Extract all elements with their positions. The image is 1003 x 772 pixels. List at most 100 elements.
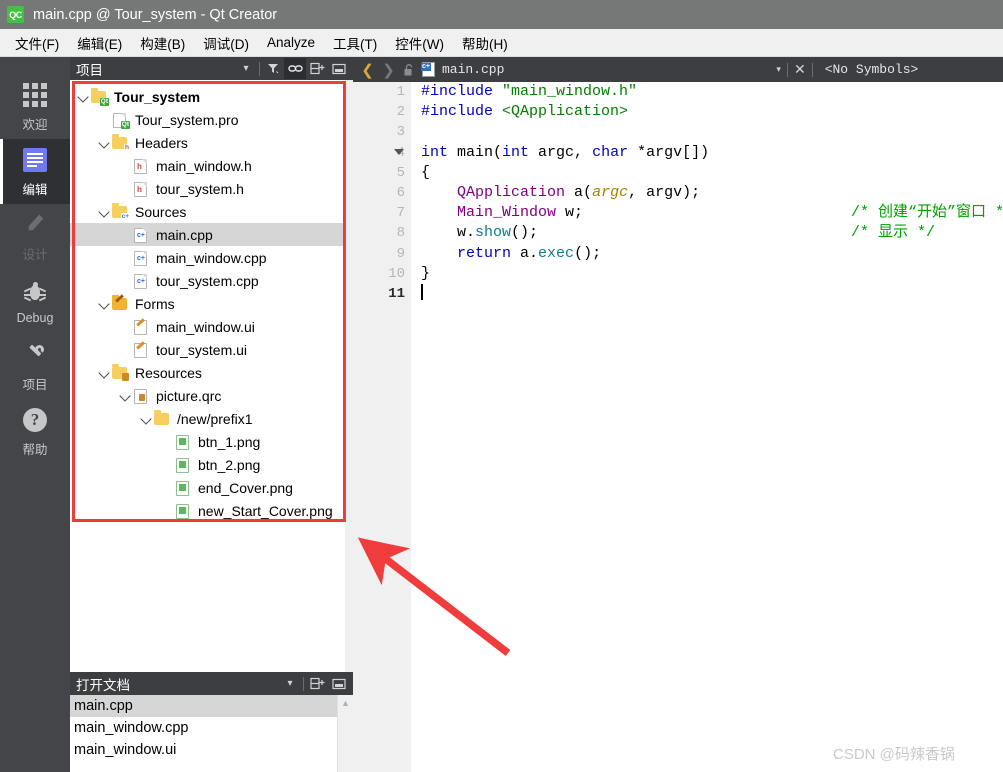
minimize-icon[interactable] xyxy=(328,673,350,694)
project-tree-scrollbar[interactable] xyxy=(345,80,353,672)
tree-item-tour-system-cpp[interactable]: c+ tour_system.cpp xyxy=(70,269,353,292)
mode-projects[interactable]: 项目 xyxy=(0,334,70,399)
editor-file-chip[interactable]: c+ main.cpp xyxy=(421,61,504,78)
menu-widgets[interactable]: 控件(W) xyxy=(386,30,453,56)
mode-debug[interactable]: Debug xyxy=(0,269,70,334)
filter-funnel-icon[interactable] xyxy=(262,58,284,79)
open-document-main-window-ui[interactable]: main_window.ui xyxy=(70,739,353,761)
menu-tools[interactable]: 工具(T) xyxy=(324,30,386,56)
line-number: 2 xyxy=(396,104,405,121)
chevron-right-icon[interactable]: ❯ xyxy=(378,59,399,80)
tree-item-new-prefix1[interactable]: /new/prefix1 xyxy=(70,407,353,430)
tree-item-tour-system[interactable]: Qt Tour_system xyxy=(70,85,353,108)
fold-collapse-icon[interactable] xyxy=(394,149,404,155)
split-add-icon[interactable] xyxy=(306,58,328,79)
cpp-file-icon: c+ xyxy=(421,61,437,78)
qt-creator-logo-icon: QC xyxy=(7,6,24,23)
mode-design-label: 设计 xyxy=(22,247,48,262)
chevron-down-icon[interactable] xyxy=(97,204,112,219)
tree-item-headers[interactable]: h Headers xyxy=(70,131,353,154)
mode-welcome-label: 欢迎 xyxy=(22,117,48,132)
tree-item-label: main.cpp xyxy=(156,226,213,243)
mode-help-label: 帮助 xyxy=(22,442,48,457)
close-icon[interactable]: ✕ xyxy=(794,61,806,78)
chevron-left-icon[interactable]: ❮ xyxy=(357,59,378,80)
question-mark-icon: ? xyxy=(21,406,49,434)
menu-file[interactable]: 文件(F) xyxy=(6,30,68,56)
tree-item-label: Forms xyxy=(135,295,175,312)
mode-help[interactable]: ? 帮助 xyxy=(0,399,70,464)
open-documents-scrollbar[interactable]: ▲ xyxy=(337,695,353,772)
unlock-icon[interactable] xyxy=(399,59,419,80)
menu-debug[interactable]: 调试(D) xyxy=(194,30,258,56)
toolbar-separator xyxy=(303,676,304,691)
mode-welcome[interactable]: 欢迎 xyxy=(0,74,70,139)
tree-item-label: end_Cover.png xyxy=(198,479,293,496)
project-tree-container: Qt Tour_system Qt Tour_system.pro h Head… xyxy=(70,80,353,672)
wrench-icon xyxy=(21,341,49,369)
scroll-up-icon[interactable]: ▲ xyxy=(338,695,353,711)
tree-item-btn-2-png[interactable]: btn_2.png xyxy=(70,453,353,476)
mode-design[interactable]: 设计 xyxy=(0,204,70,269)
code-line-1: #include "main_window.h" xyxy=(421,83,638,100)
mode-edit[interactable]: 编辑 xyxy=(0,139,70,204)
chevron-down-icon[interactable] xyxy=(76,89,91,104)
tree-item-label: Tour_system xyxy=(114,88,201,105)
line-number: 3 xyxy=(396,124,405,141)
symbols-selector[interactable]: <No Symbols> xyxy=(825,62,919,77)
tree-item-tour-system-ui[interactable]: tour_system.ui xyxy=(70,338,353,361)
tree-item-main-window-h[interactable]: h main_window.h xyxy=(70,154,353,177)
tree-item-tour-system-pro[interactable]: Qt Tour_system.pro xyxy=(70,108,353,131)
text-cursor xyxy=(421,283,423,300)
code-line-8: w.show();/* 显示 */ xyxy=(421,223,1003,243)
chevron-down-icon[interactable] xyxy=(97,296,112,311)
open-document-label: main_window.ui xyxy=(74,742,177,758)
tree-item-picture-qrc[interactable]: picture.qrc xyxy=(70,384,353,407)
title-bar: QC main.cpp @ Tour_system - Qt Creator xyxy=(0,0,1003,29)
chevron-down-icon[interactable] xyxy=(118,388,133,403)
open-document-main-cpp[interactable]: main.cpp xyxy=(70,695,353,717)
chevron-down-icon[interactable]: ▾ xyxy=(776,64,781,75)
tree-item-sources[interactable]: c+ Sources xyxy=(70,200,353,223)
tree-item-label: tour_system.ui xyxy=(156,341,248,358)
open-documents-list[interactable]: main.cpp main_window.cpp main_window.ui … xyxy=(70,695,353,772)
tree-item-main-cpp[interactable]: c+ main.cpp xyxy=(70,223,353,246)
png-file-icon xyxy=(175,480,192,496)
menu-build[interactable]: 构建(B) xyxy=(131,30,194,56)
code-comment: /* 创建“开始”窗口 */ xyxy=(851,204,1003,222)
tree-item-resources[interactable]: Resources xyxy=(70,361,353,384)
open-document-main-window-cpp[interactable]: main_window.cpp xyxy=(70,717,353,739)
forms-folder-icon xyxy=(112,293,129,312)
headers-folder-icon: h xyxy=(112,134,130,152)
menu-analyze[interactable]: Analyze xyxy=(258,32,324,53)
chevron-down-icon[interactable] xyxy=(97,135,112,150)
code-editor[interactable]: 1 2 3 4 5 6 7 8 9 10 11 #include "main_w… xyxy=(353,82,1003,772)
menu-edit[interactable]: 编辑(E) xyxy=(68,30,131,56)
tree-item-end-cover-png[interactable]: end_Cover.png xyxy=(70,476,353,499)
tree-item-main-window-ui[interactable]: main_window.ui xyxy=(70,315,353,338)
code-line-11 xyxy=(421,283,1003,304)
prefix-folder-icon xyxy=(154,410,171,427)
split-add-icon[interactable] xyxy=(306,673,328,694)
menu-help[interactable]: 帮助(H) xyxy=(453,30,517,56)
chevron-down-icon[interactable] xyxy=(97,365,112,380)
project-tree[interactable]: Qt Tour_system Qt Tour_system.pro h Head… xyxy=(70,80,353,522)
mode-projects-label: 项目 xyxy=(22,377,48,392)
minimize-icon[interactable] xyxy=(328,58,350,79)
chevron-down-icon[interactable]: ▾ xyxy=(235,58,257,79)
tree-item-main-window-cpp[interactable]: c+ main_window.cpp xyxy=(70,246,353,269)
tree-item-tour-system-h[interactable]: h tour_system.h xyxy=(70,177,353,200)
tree-item-forms[interactable]: Forms xyxy=(70,292,353,315)
tree-item-label: main_window.ui xyxy=(156,318,255,335)
chevron-down-icon[interactable]: ▾ xyxy=(279,673,301,694)
resources-folder-icon xyxy=(112,364,129,381)
tree-item-btn-1-png[interactable]: btn_1.png xyxy=(70,430,353,453)
tree-item-new-start-cover-png[interactable]: new_Start_Cover.png xyxy=(70,499,353,522)
link-sync-icon[interactable] xyxy=(284,58,306,79)
chevron-down-icon[interactable] xyxy=(139,411,154,426)
qt-project-folder-icon: Qt xyxy=(91,88,109,106)
